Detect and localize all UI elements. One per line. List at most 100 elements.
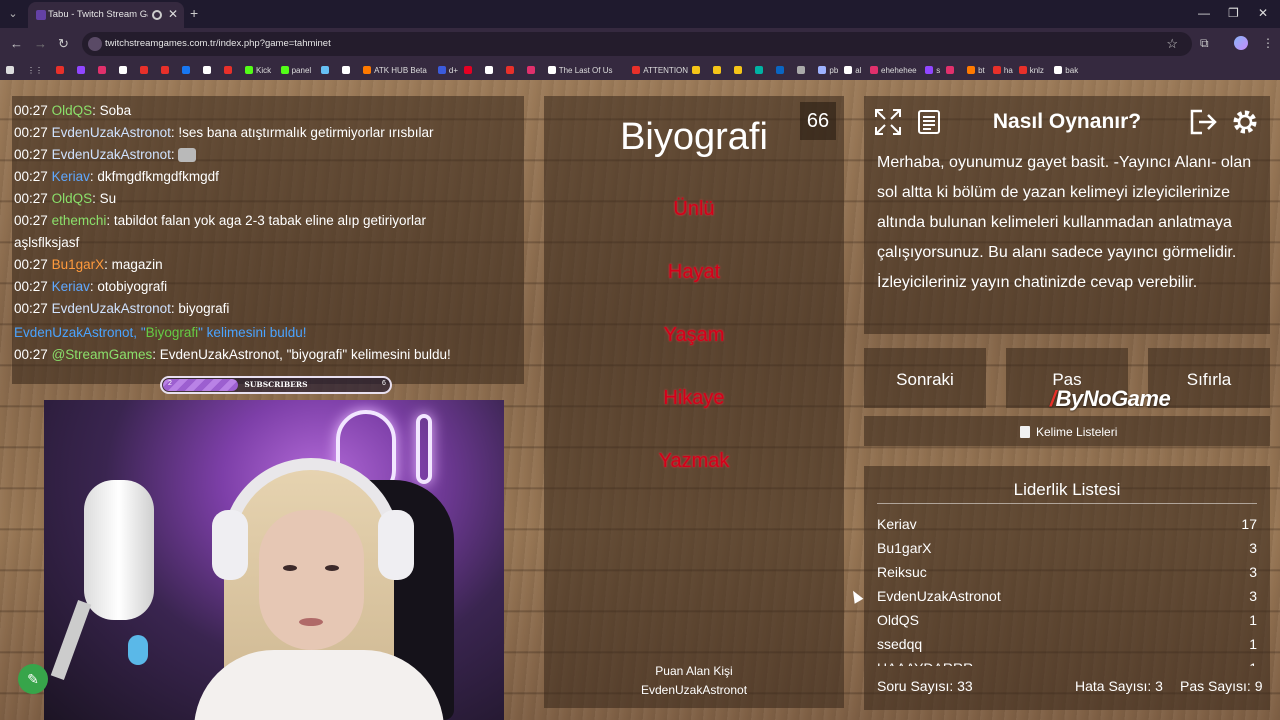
leaderboard-list[interactable]: Keriav 17 Bu1garX 3 Reiksuc 3 EvdenUzakAstrono… — [877, 512, 1257, 666]
url-text[interactable]: twitchstreamgames.com.tr/index.php?game=… — [105, 38, 331, 49]
player-score: 3 — [1249, 540, 1257, 556]
bookmark-item[interactable] — [77, 64, 85, 76]
tab-title: Tabu - Twitch Stream Games — [48, 9, 148, 20]
bookmark-item[interactable] — [946, 64, 955, 76]
bookmark-item[interactable] — [776, 64, 785, 76]
twitch-favicon-icon — [36, 10, 46, 20]
bookmark-item[interactable]: ATK HUB Beta — [363, 64, 427, 76]
next-button[interactable]: Sonraki — [864, 348, 986, 408]
extensions-icon[interactable]: ⧉ — [1200, 36, 1209, 51]
chat-message: 00:27 Keriav: dkfmgdfkmgdfkmgdf — [14, 169, 219, 184]
gear-icon[interactable] — [1228, 105, 1262, 139]
bookmark-item[interactable]: bak — [1054, 64, 1078, 76]
bookmark-item[interactable] — [224, 64, 232, 76]
browser-tab[interactable]: Tabu - Twitch Stream Games ✕ — [28, 2, 184, 28]
bookmark-item[interactable] — [321, 64, 330, 76]
leaderboard-row: Bu1garX 3 — [877, 536, 1257, 560]
player-score: 3 — [1249, 564, 1257, 580]
error-count: Hata Sayısı: 3 — [1075, 678, 1163, 694]
keychain — [128, 635, 148, 665]
bookmark-item[interactable] — [182, 64, 190, 76]
reload-icon[interactable]: ↻ — [58, 36, 69, 52]
bookmark-item[interactable]: bt — [967, 64, 985, 76]
scorer-name: EvdenUzakAstronot — [640, 683, 748, 697]
bookmark-item[interactable] — [734, 64, 743, 76]
player-score: 1 — [1249, 612, 1257, 628]
webcam-feed — [44, 400, 504, 720]
chat-emote-icon — [178, 148, 197, 163]
browser-menu-icon[interactable]: ⋮ — [1262, 36, 1274, 50]
bookmark-item[interactable] — [526, 64, 535, 76]
leaderboard-row: HAAAYDARRR 1 — [877, 656, 1257, 666]
leaderboard-row: ssedqq 1 — [877, 632, 1257, 656]
bookmark-item[interactable]: The Last Of Us — [547, 64, 612, 76]
bookmark-item[interactable] — [713, 64, 722, 76]
bookmark-item[interactable] — [203, 64, 211, 76]
close-tab-icon[interactable]: ✕ — [168, 7, 178, 21]
forward-icon[interactable]: → — [34, 36, 47, 51]
tab-search-icon[interactable]: ⌄ — [4, 5, 22, 23]
help-text: Merhaba, oyunumuz gayet basit. -Yayıncı … — [877, 154, 1252, 291]
bookmark-item[interactable]: ehehehee — [870, 64, 917, 76]
bookmark-item[interactable]: pb — [818, 64, 838, 76]
word-lists-label[interactable]: Kelime Listeleri — [1036, 425, 1117, 439]
pencil-icon[interactable]: ✎ — [18, 664, 48, 694]
microphone — [84, 480, 154, 620]
pass-count: Pas Sayısı: 9 — [1180, 678, 1263, 694]
profile-avatar[interactable] — [1234, 36, 1248, 50]
new-tab-icon[interactable]: + — [190, 5, 198, 21]
bookmark-item[interactable] — [140, 64, 148, 76]
close-window-icon[interactable]: ✕ — [1258, 6, 1268, 20]
chat-message-final: 00:27 @StreamGames: EvdenUzakAstronot, "… — [14, 347, 451, 362]
player-score: 1 — [1249, 656, 1257, 666]
site-info-icon[interactable] — [88, 37, 102, 51]
sponsor-logo: /ByNoGame — [1050, 386, 1171, 411]
chat-notice: EvdenUzakAstronot, "Biyografi" kelimesin… — [14, 325, 307, 340]
player-name: ssedqq — [877, 636, 923, 652]
bookmark-item[interactable]: ATTENTION — [632, 64, 688, 76]
exit-icon[interactable] — [1186, 105, 1220, 139]
chat-message: 00:27 EvdenUzakAstronot: !ses bana atışt… — [14, 125, 434, 140]
bookmark-item[interactable] — [505, 64, 514, 76]
bookmark-item[interactable] — [692, 64, 701, 76]
minimize-icon[interactable]: — — [1198, 6, 1210, 20]
tab-bar: ⌄ Tabu - Twitch Stream Games ✕ + — ❐ ✕ — [0, 0, 1280, 28]
back-icon[interactable]: ← — [10, 36, 23, 51]
taboo-word: Yazmak — [658, 450, 730, 472]
subscriber-goal-bar: 2 SUBSCRIBERS 6 — [160, 376, 392, 394]
streamer-face — [259, 510, 364, 650]
bookmark-item[interactable]: knlz — [1018, 64, 1044, 76]
target-word: Biyografi — [620, 116, 768, 158]
bookmark-item[interactable] — [797, 64, 806, 76]
bookmark-item[interactable] — [463, 64, 472, 76]
chat-message: 00:27 ethemchi: tabildot falan yok aga 2… — [14, 213, 427, 250]
taboo-word: Yaşam — [663, 324, 725, 346]
bookmark-item[interactable] — [119, 64, 127, 76]
taboo-word: Hayat — [667, 261, 721, 283]
bookmark-item[interactable]: panel — [280, 64, 311, 76]
leaderboard-row: OldQS 1 — [877, 608, 1257, 632]
bookmark-item[interactable]: d+ — [437, 64, 458, 76]
mouse-cursor — [848, 588, 864, 604]
bookmark-item[interactable]: s — [925, 64, 940, 76]
address-bar[interactable]: twitchstreamgames.com.tr/index.php?game=… — [82, 32, 1192, 56]
bookmarks-folder-icon[interactable] — [6, 64, 14, 76]
player-score: 3 — [1249, 588, 1257, 604]
player-name: EvdenUzakAstronot — [877, 588, 1001, 604]
bookmark-item[interactable] — [56, 64, 64, 76]
bookmark-item[interactable] — [484, 64, 493, 76]
bookmark-item[interactable]: ha — [992, 64, 1013, 76]
bookmark-item[interactable] — [755, 64, 764, 76]
bookmark-item[interactable] — [161, 64, 169, 76]
bookmark-item[interactable] — [342, 64, 351, 76]
maximize-icon[interactable]: ❐ — [1228, 6, 1239, 20]
question-count: Soru Sayısı: 33 — [877, 678, 973, 694]
bookmark-star-icon[interactable]: ☆ — [1166, 36, 1178, 52]
player-name: OldQS — [877, 612, 920, 628]
apps-grid-icon[interactable]: ⋮⋮ — [27, 64, 43, 76]
bookmark-item[interactable] — [98, 64, 106, 76]
scorer-label: Puan Alan Kişi — [655, 664, 733, 678]
player-name: Keriav — [877, 516, 917, 532]
bookmark-item[interactable]: al — [844, 64, 861, 76]
bookmark-item[interactable]: Kick — [245, 64, 271, 76]
